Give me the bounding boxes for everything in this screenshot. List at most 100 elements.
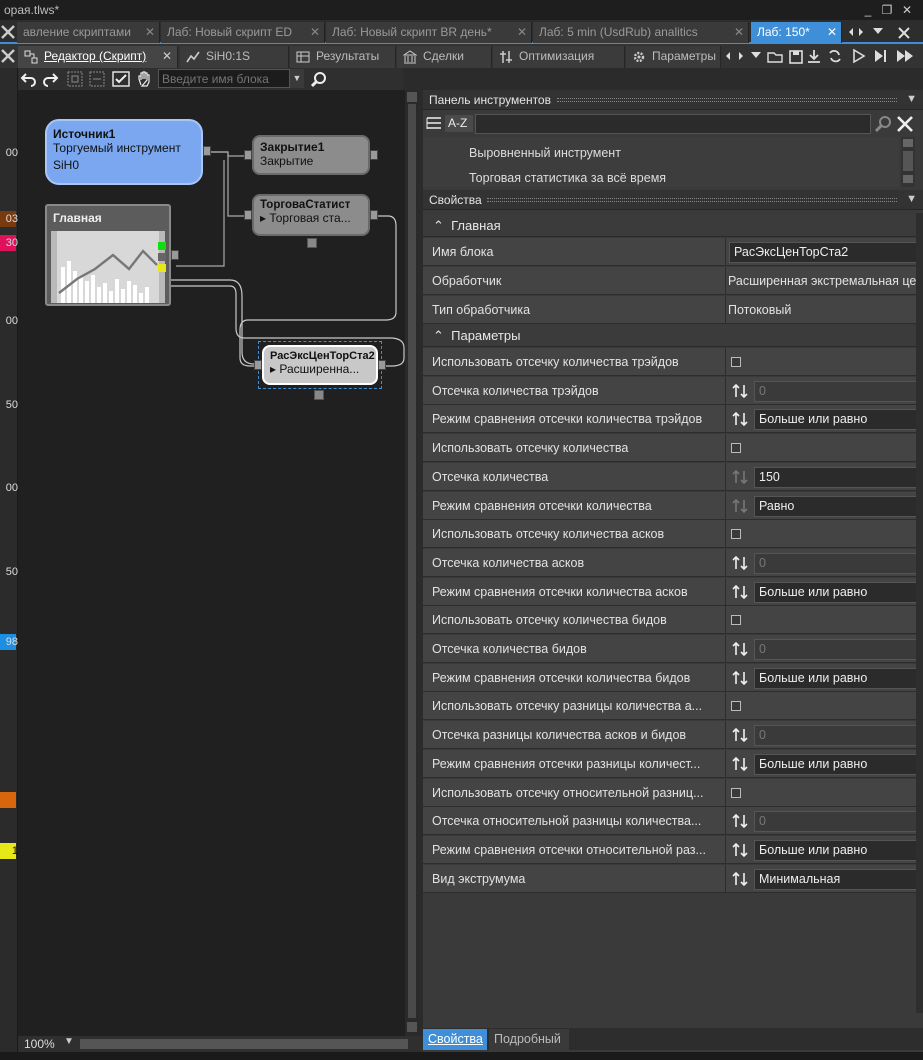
sort-arrows-icon[interactable] — [732, 411, 748, 427]
param-number-input[interactable]: 150 — [754, 466, 923, 488]
toolbox-item[interactable]: Выровненный инструмент — [469, 146, 621, 160]
block-dropdown-icon[interactable]: ▼ — [290, 69, 304, 88]
sort-arrows-icon[interactable] — [732, 584, 748, 600]
doc-tab-br[interactable]: Лаб: Новый скрипт BR день* ✕ — [326, 22, 532, 43]
node-close[interactable]: Закрытие1 Закрытие — [252, 135, 370, 175]
tools-icon[interactable] — [0, 48, 16, 64]
section-params[interactable]: ⌃ Параметры — [423, 325, 916, 347]
block-name-input[interactable] — [158, 69, 290, 88]
param-checkbox[interactable] — [731, 787, 741, 798]
section-main[interactable]: ⌃ Главная — [423, 215, 916, 237]
param-select[interactable]: Больше или равно — [754, 667, 923, 689]
pin-icon[interactable]: ▼ — [906, 93, 917, 105]
zoom-dropdown-icon[interactable]: ▼ — [64, 1036, 74, 1047]
param-number-input[interactable]: 0 — [754, 725, 923, 747]
sort-arrows-icon[interactable] — [732, 842, 748, 858]
param-checkbox[interactable] — [731, 615, 741, 626]
clear-search-icon[interactable] — [895, 114, 915, 134]
sort-arrows-icon[interactable] — [732, 641, 748, 657]
param-select[interactable]: Минимальная — [754, 868, 923, 890]
tab-properties[interactable]: Свойства — [423, 1029, 487, 1050]
redo-icon[interactable] — [41, 70, 59, 88]
doc-tab-scroll[interactable] — [845, 24, 923, 40]
param-checkbox[interactable] — [731, 701, 741, 712]
tab-detailed[interactable]: Подробный — [489, 1029, 569, 1050]
sort-arrows-icon[interactable] — [732, 670, 748, 686]
group-icon[interactable] — [66, 70, 84, 88]
close-icon[interactable]: ✕ — [734, 25, 744, 39]
minimize-button[interactable]: _ — [860, 2, 876, 18]
param-select[interactable]: Больше или равно — [754, 839, 923, 861]
tab-results[interactable]: Результаты — [290, 46, 396, 68]
scroll-down-arrow[interactable] — [407, 1022, 417, 1032]
node-output-port[interactable] — [171, 250, 179, 260]
sort-arrows-icon[interactable] — [732, 727, 748, 743]
doc-tab-ed[interactable]: Лаб: Новый скрипт ED ✕ — [161, 22, 325, 43]
sort-arrows-icon[interactable] — [732, 469, 748, 485]
script-canvas[interactable]: Источник1 Торгуемый инструмент SiH0 Закр… — [18, 90, 405, 1036]
search-icon[interactable] — [310, 70, 328, 88]
close-window-button[interactable]: ✕ — [899, 2, 915, 18]
category-view-icon[interactable] — [425, 115, 443, 132]
tab-chart[interactable]: SiH0:1S — [180, 46, 289, 68]
node-output-port[interactable] — [203, 146, 211, 156]
zoom-level[interactable]: 100% — [24, 1037, 55, 1051]
node-source[interactable]: Источник1 Торгуемый инструмент SiH0 — [45, 119, 203, 185]
sort-arrows-icon[interactable] — [732, 498, 748, 514]
toolbox-search-input[interactable] — [475, 114, 871, 134]
param-number-input[interactable]: 0 — [754, 380, 923, 402]
tools-icon[interactable] — [0, 23, 16, 41]
tab-editor[interactable]: Редактор (Скрипт) ✕ — [18, 46, 178, 68]
node-ext-price[interactable]: РасЭксЦенТорСта2 ▸ Расширенна... — [262, 345, 378, 385]
maximize-button[interactable]: ❐ — [879, 2, 895, 18]
doc-tab-usdrub[interactable]: Лаб: 5 min (UsdRub) analitics ✕ — [533, 22, 749, 43]
param-number-input[interactable]: 0 — [754, 552, 923, 574]
sort-arrows-icon[interactable] — [732, 871, 748, 887]
param-checkbox[interactable] — [731, 529, 741, 540]
node-output-port[interactable] — [370, 150, 378, 160]
node-main[interactable]: Главная — [45, 204, 171, 306]
close-icon[interactable]: ✕ — [827, 25, 837, 39]
sort-arrows-icon[interactable] — [732, 756, 748, 772]
property-scrollbar[interactable] — [916, 213, 923, 1013]
node-output-port[interactable] — [370, 210, 378, 220]
tab-deals[interactable]: Сделки — [397, 46, 492, 68]
close-icon[interactable]: ✕ — [145, 25, 155, 39]
node-trade-stats[interactable]: ТорговаСтатист ▸ Торговая ста... — [252, 194, 370, 236]
sort-arrows-icon[interactable] — [732, 813, 748, 829]
toolbox-item[interactable]: Торговая статистика за всё время — [469, 171, 666, 185]
node-output-port[interactable] — [378, 360, 386, 370]
port-green[interactable] — [158, 242, 166, 250]
param-select[interactable]: Больше или равно — [754, 581, 923, 603]
search-icon[interactable] — [873, 115, 893, 133]
param-checkbox[interactable] — [731, 357, 741, 367]
param-select[interactable]: Больше или равно — [754, 409, 923, 431]
close-tab-icon[interactable]: ✕ — [162, 49, 172, 63]
checklist-icon[interactable] — [112, 70, 130, 88]
scroll-up-arrow[interactable] — [407, 92, 417, 102]
toolbox-scrollbar[interactable] — [901, 137, 915, 187]
sort-arrows-icon[interactable] — [732, 555, 748, 571]
canvas-vertical-scrollbar[interactable] — [405, 90, 419, 1036]
param-select[interactable]: Больше или равно — [754, 753, 923, 775]
port-yellow[interactable] — [158, 264, 166, 272]
align-icon[interactable] — [88, 70, 106, 88]
tab-optimization[interactable]: Оптимизация — [493, 46, 625, 68]
pin-icon[interactable]: ▼ — [906, 193, 917, 205]
close-icon[interactable]: ✕ — [517, 25, 527, 39]
param-checkbox[interactable] — [731, 443, 741, 454]
hand-tool-icon[interactable] — [135, 70, 153, 88]
collapse-icon[interactable] — [314, 390, 324, 400]
doc-tab-150[interactable]: Лаб: 150* ✕ — [751, 22, 842, 43]
tab-parameters[interactable]: Параметры — [626, 46, 721, 68]
sort-az-button[interactable]: A-Z — [445, 115, 473, 132]
block-name-field[interactable]: РасЭксЦенТорСта2 — [729, 242, 917, 263]
doc-tab-scripts[interactable]: авление скриптами ✕ — [17, 22, 160, 43]
horizontal-scrollbar[interactable] — [80, 1039, 408, 1049]
port-gray[interactable] — [158, 253, 166, 261]
param-number-input[interactable]: 0 — [754, 811, 923, 833]
sort-arrows-icon[interactable] — [732, 383, 748, 399]
undo-icon[interactable] — [20, 70, 38, 88]
node-input-port[interactable] — [244, 210, 252, 220]
node-input-port[interactable] — [254, 360, 262, 370]
